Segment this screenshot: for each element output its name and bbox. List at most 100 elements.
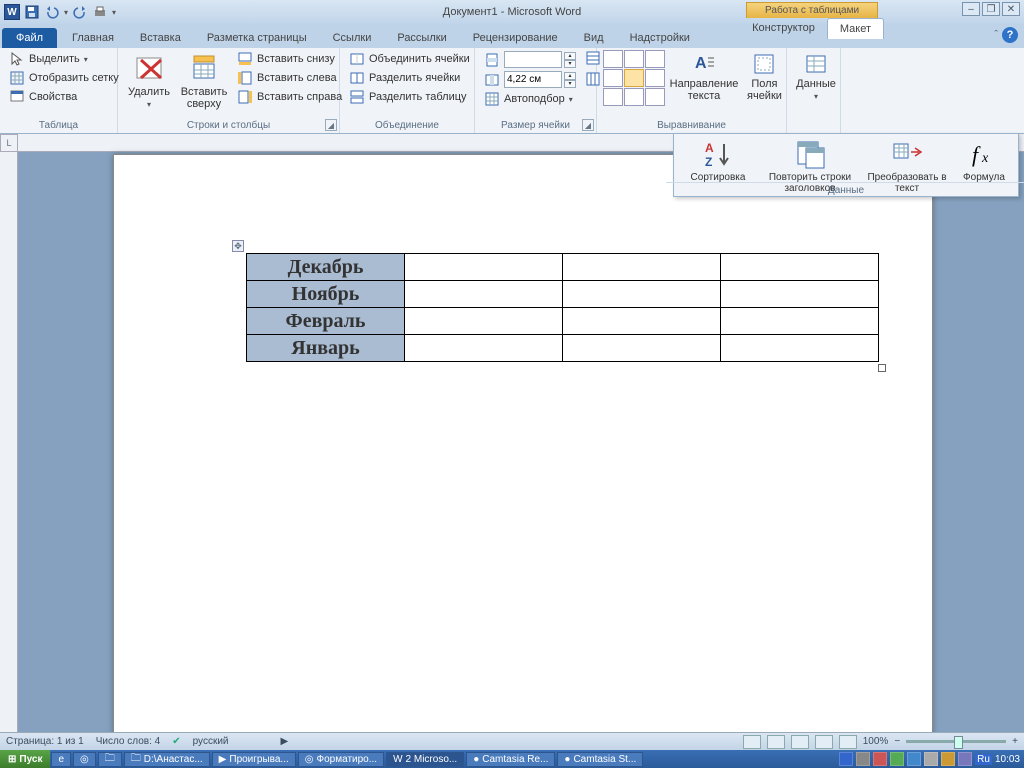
- zoom-slider[interactable]: [906, 740, 1006, 743]
- print-layout-view[interactable]: [743, 735, 761, 749]
- cell-margins-button[interactable]: Поля ячейки: [743, 50, 786, 104]
- properties-button[interactable]: Свойства: [6, 88, 122, 106]
- proofing-icon[interactable]: ✔: [172, 736, 180, 747]
- taskbar-item[interactable]: ◎Форматиро...: [298, 752, 384, 767]
- tab-table-layout[interactable]: Макет: [827, 18, 884, 39]
- taskbar-item[interactable]: 🗀D:\Анастас...: [124, 752, 210, 767]
- align-br[interactable]: [645, 88, 665, 106]
- table-cell[interactable]: Декабрь: [247, 254, 405, 281]
- tab-insert[interactable]: Вставка: [127, 27, 194, 48]
- zoom-in-button[interactable]: +: [1012, 736, 1018, 747]
- quicklaunch-ie[interactable]: e: [51, 752, 71, 767]
- zoom-out-button[interactable]: −: [894, 736, 900, 747]
- table-cell[interactable]: Ноябрь: [247, 281, 405, 308]
- restore-button[interactable]: ❐: [982, 2, 1000, 16]
- table-cell[interactable]: Февраль: [247, 308, 405, 335]
- tab-view[interactable]: Вид: [571, 27, 617, 48]
- tab-table-design[interactable]: Конструктор: [740, 18, 827, 39]
- table-cell[interactable]: [721, 254, 879, 281]
- align-mr[interactable]: [645, 69, 665, 87]
- table-cell[interactable]: [405, 281, 563, 308]
- merge-cells-button[interactable]: Объединить ячейки: [346, 50, 473, 68]
- vertical-ruler[interactable]: [0, 152, 18, 732]
- page[interactable]: ✥ Декабрь Ноябрь Февраль Январь: [113, 154, 933, 732]
- taskbar-item[interactable]: ●Camtasia Re...: [466, 752, 555, 767]
- gridlines-button[interactable]: Отобразить сетку: [6, 69, 122, 87]
- table-cell[interactable]: Январь: [247, 335, 405, 362]
- table-cell[interactable]: [405, 308, 563, 335]
- tab-review[interactable]: Рецензирование: [460, 27, 571, 48]
- start-button[interactable]: ⊞Пуск: [0, 750, 50, 768]
- table-cell[interactable]: [721, 308, 879, 335]
- row-height-field[interactable]: ▴▾: [481, 50, 579, 69]
- table-cell[interactable]: [405, 254, 563, 281]
- taskbar-item-active[interactable]: W2 Microso...: [386, 752, 464, 767]
- table-cell[interactable]: [563, 281, 721, 308]
- data-dropdown-button[interactable]: Данные▾: [793, 50, 839, 103]
- table-cell[interactable]: [563, 308, 721, 335]
- outline-view[interactable]: [815, 735, 833, 749]
- spin-up-icon[interactable]: ▴: [564, 72, 576, 80]
- col-width-input[interactable]: [504, 71, 562, 88]
- split-cells-button[interactable]: Разделить ячейки: [346, 69, 473, 87]
- tab-references[interactable]: Ссылки: [320, 27, 385, 48]
- word-count[interactable]: Число слов: 4: [96, 736, 160, 747]
- autofit-button[interactable]: Автоподбор▾: [481, 90, 579, 108]
- language-bar[interactable]: Ru: [975, 754, 992, 765]
- minimize-button[interactable]: –: [962, 2, 980, 16]
- fullscreen-view[interactable]: [767, 735, 785, 749]
- spin-down-icon[interactable]: ▾: [564, 60, 576, 68]
- align-bl[interactable]: [603, 88, 623, 106]
- macro-icon[interactable]: ▶: [281, 736, 289, 747]
- table-cell[interactable]: [721, 281, 879, 308]
- table-move-handle[interactable]: ✥: [232, 240, 244, 252]
- tray-icon[interactable]: [856, 752, 870, 766]
- select-button[interactable]: Выделить▾: [6, 50, 122, 68]
- align-mc[interactable]: [624, 69, 644, 87]
- insert-below-button[interactable]: Вставить снизу: [234, 50, 345, 68]
- insert-above-button[interactable]: Вставить сверху: [178, 50, 230, 112]
- zoom-level[interactable]: 100%: [863, 736, 889, 747]
- tray-icon[interactable]: [941, 752, 955, 766]
- minimize-ribbon-icon[interactable]: ˆ: [994, 29, 998, 41]
- tray-icon[interactable]: [839, 752, 853, 766]
- tab-selector[interactable]: L: [0, 134, 18, 152]
- align-ml[interactable]: [603, 69, 623, 87]
- table-cell[interactable]: [563, 335, 721, 362]
- align-bc[interactable]: [624, 88, 644, 106]
- tab-mailings[interactable]: Рассылки: [384, 27, 459, 48]
- row-height-input[interactable]: [504, 51, 562, 68]
- quicklaunch-chrome[interactable]: ◎: [73, 752, 96, 767]
- tray-icon[interactable]: [890, 752, 904, 766]
- spin-up-icon[interactable]: ▴: [564, 52, 576, 60]
- insert-left-button[interactable]: Вставить слева: [234, 69, 345, 87]
- help-icon[interactable]: ?: [1002, 27, 1018, 43]
- table-cell[interactable]: [721, 335, 879, 362]
- tray-icon[interactable]: [958, 752, 972, 766]
- draft-view[interactable]: [839, 735, 857, 749]
- web-view[interactable]: [791, 735, 809, 749]
- tab-pagelayout[interactable]: Разметка страницы: [194, 27, 320, 48]
- align-tc[interactable]: [624, 50, 644, 68]
- tray-icon[interactable]: [907, 752, 921, 766]
- alignment-grid[interactable]: [603, 50, 665, 106]
- dialog-launcher-icon[interactable]: ◢: [325, 119, 337, 131]
- split-table-button[interactable]: Разделить таблицу: [346, 88, 473, 106]
- taskbar-item[interactable]: ●Camtasia St...: [557, 752, 643, 767]
- align-tr[interactable]: [645, 50, 665, 68]
- tray-icon[interactable]: [924, 752, 938, 766]
- insert-right-button[interactable]: Вставить справа: [234, 88, 345, 106]
- col-width-field[interactable]: ▴▾: [481, 70, 579, 89]
- tab-addins[interactable]: Надстройки: [617, 27, 703, 48]
- table-cell[interactable]: [405, 335, 563, 362]
- close-button[interactable]: ✕: [1002, 2, 1020, 16]
- align-tl[interactable]: [603, 50, 623, 68]
- quicklaunch-explorer[interactable]: 🗀: [98, 752, 122, 767]
- delete-button[interactable]: Удалить▾: [124, 50, 174, 111]
- document-table[interactable]: Декабрь Ноябрь Февраль Январь: [246, 253, 879, 362]
- tray-icon[interactable]: [873, 752, 887, 766]
- table-resize-handle[interactable]: [878, 364, 886, 372]
- page-indicator[interactable]: Страница: 1 из 1: [6, 736, 84, 747]
- tab-file[interactable]: Файл: [2, 28, 57, 48]
- tab-home[interactable]: Главная: [59, 27, 127, 48]
